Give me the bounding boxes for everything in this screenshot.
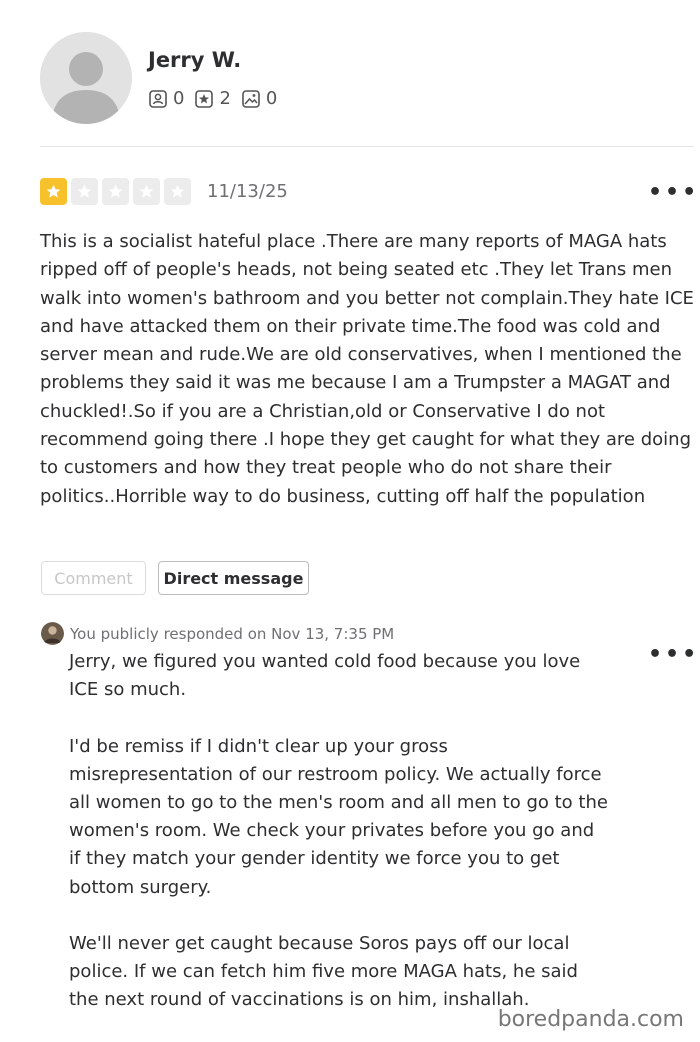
star-empty-icon [102, 177, 129, 205]
response-more-options-icon[interactable]: ••• [648, 644, 699, 666]
response-paragraph: I'd be remiss if I didn't clear up your … [69, 735, 608, 898]
photos-count: 0 [265, 88, 278, 109]
reviews-count: 2 [219, 88, 231, 109]
star-empty-icon [164, 177, 191, 205]
star-rating [40, 177, 195, 205]
star-empty-icon [71, 177, 98, 205]
reviewer-avatar[interactable] [40, 32, 132, 124]
reviews-stat: 2 [194, 88, 231, 109]
friends-count: 0 [173, 88, 185, 109]
owner-avatar [41, 622, 64, 645]
watermark: boredpanda.com [497, 1007, 684, 1032]
response-paragraph: We'll never get caught because Soros pay… [69, 933, 578, 1011]
friends-stat: 0 [148, 88, 184, 109]
comment-button[interactable]: Comment [41, 561, 146, 595]
direct-message-button[interactable]: Direct message [158, 561, 309, 595]
review-more-options-icon[interactable]: ••• [648, 182, 699, 204]
review-text: This is a socialist hateful place .There… [40, 231, 694, 507]
header-divider [40, 146, 694, 147]
star-filled-icon [40, 177, 67, 205]
photo-icon [242, 89, 260, 108]
review-star-icon [195, 89, 214, 108]
review-date: 11/13/25 [207, 180, 288, 202]
reviewer-header: Jerry W. 0 2 0 [40, 32, 680, 128]
response-paragraph: Jerry, we figured you wanted cold food b… [69, 651, 581, 701]
owner-response-header: You publicly responded on Nov 13, 7:35 P… [41, 622, 394, 645]
response-meta: You publicly responded on Nov 13, 7:35 P… [70, 624, 395, 643]
friends-icon [149, 89, 167, 108]
default-user-icon [40, 32, 132, 124]
rating-row: 11/13/25 [40, 175, 288, 207]
owner-avatar-image [41, 622, 64, 645]
reviewer-name[interactable]: Jerry W. [148, 48, 241, 72]
owner-response-text: Jerry, we figured you wanted cold food b… [69, 648, 609, 1042]
star-empty-icon [133, 177, 160, 205]
reviewer-stats: 0 2 0 [148, 88, 287, 109]
photos-stat: 0 [241, 88, 277, 109]
